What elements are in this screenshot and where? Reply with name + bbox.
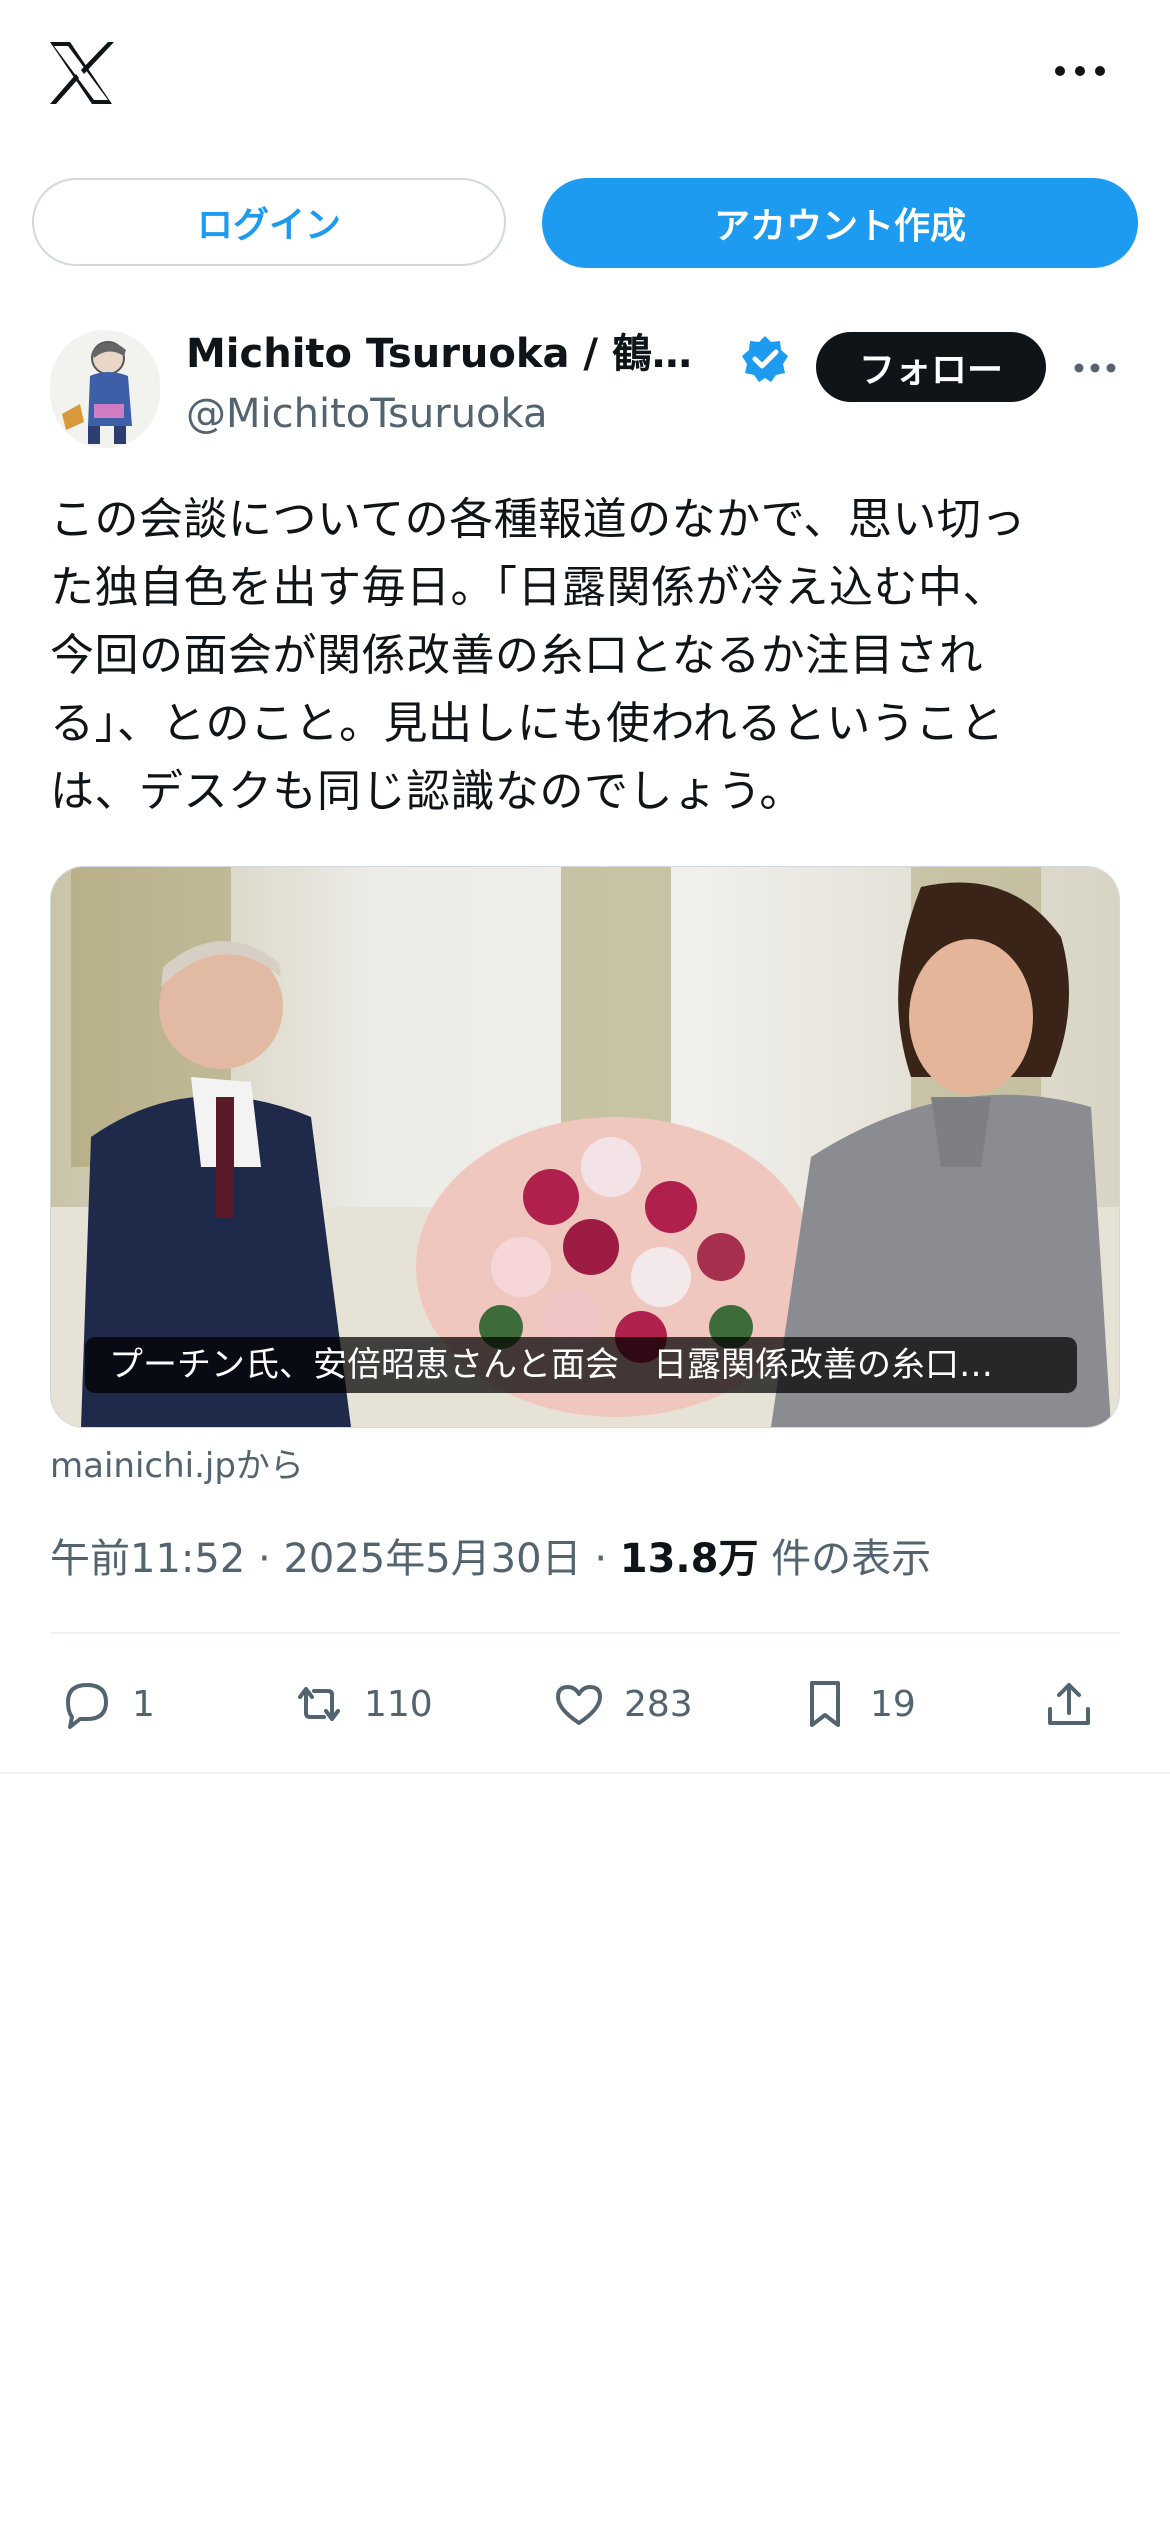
card-caption: プーチン氏、安倍昭恵さんと面会 日露関係改善の糸口… xyxy=(85,1337,1077,1393)
bookmark-icon xyxy=(810,1681,840,1727)
tweet-text: この会談についての各種報道のなかで、思い切っ た独自色を出す毎日。「日露関係が冷… xyxy=(50,486,1130,826)
reply-count: 1 xyxy=(132,1683,155,1725)
more-horizontal-icon[interactable] xyxy=(1050,56,1110,86)
reply-icon xyxy=(66,1683,108,1729)
author-handle[interactable]: @MichitoTsuruoka xyxy=(186,386,547,442)
more-horizontal-icon[interactable] xyxy=(1072,356,1118,380)
divider xyxy=(50,1632,1120,1634)
tweet-text-line: 今回の面会が関係改善の糸口となるか注目され xyxy=(50,630,984,681)
divider xyxy=(0,1772,1170,1774)
tweet-date[interactable]: 2025年5月30日 xyxy=(283,1536,581,1582)
action-bar: 1 110 283 19 xyxy=(50,1668,1120,1748)
tweet-text-line: この会談についての各種報道のなかで、思い切っ xyxy=(50,494,1026,545)
x-logo-icon[interactable] xyxy=(46,38,116,108)
view-label: 件の表示 xyxy=(771,1536,932,1582)
top-bar xyxy=(0,0,1170,150)
separator: · xyxy=(258,1536,284,1582)
separator: · xyxy=(594,1536,620,1582)
author-row: Michito Tsuruoka / 鶴… @MichitoTsuruoka フ… xyxy=(0,320,1170,460)
heart-icon xyxy=(556,1685,602,1725)
share-button[interactable] xyxy=(1040,1668,1114,1740)
like-button[interactable]: 283 xyxy=(550,1668,693,1740)
share-icon xyxy=(1048,1683,1090,1725)
bookmark-count: 19 xyxy=(870,1683,916,1725)
tweet-text-line: る」、とのこと。見出しにも使われるということ xyxy=(50,698,1005,749)
view-count: 13.8万 xyxy=(619,1536,759,1582)
auth-buttons: ログイン アカウント作成 xyxy=(32,178,1138,270)
card-source[interactable]: mainichi.jpから xyxy=(50,1438,304,1487)
reply-button[interactable]: 1 xyxy=(58,1668,155,1740)
login-button[interactable]: ログイン xyxy=(32,178,506,266)
create-account-button[interactable]: アカウント作成 xyxy=(542,178,1138,268)
retweet-icon xyxy=(298,1687,340,1721)
link-card[interactable]: プーチン氏、安倍昭恵さんと面会 日露関係改善の糸口… xyxy=(50,866,1120,1428)
tweet-text-line: は、デスクも同じ認識なのでしょう。 xyxy=(50,766,804,817)
retweet-count: 110 xyxy=(364,1683,433,1725)
author-display-name[interactable]: Michito Tsuruoka / 鶴… xyxy=(186,326,726,382)
tweet-text-line: た独自色を出す毎日。「日露関係が冷え込む中、 xyxy=(50,562,1007,613)
tweet-time[interactable]: 午前11:52 xyxy=(50,1536,245,1582)
like-count: 283 xyxy=(624,1683,693,1725)
tweet-meta: 午前11:52 · 2025年5月30日 · 13.8万 件の表示 xyxy=(50,1526,931,1584)
avatar[interactable] xyxy=(50,330,160,448)
verified-badge-icon xyxy=(742,336,788,382)
bookmark-button[interactable]: 19 xyxy=(796,1668,916,1740)
retweet-button[interactable]: 110 xyxy=(290,1668,433,1740)
follow-button[interactable]: フォロー xyxy=(816,332,1046,402)
